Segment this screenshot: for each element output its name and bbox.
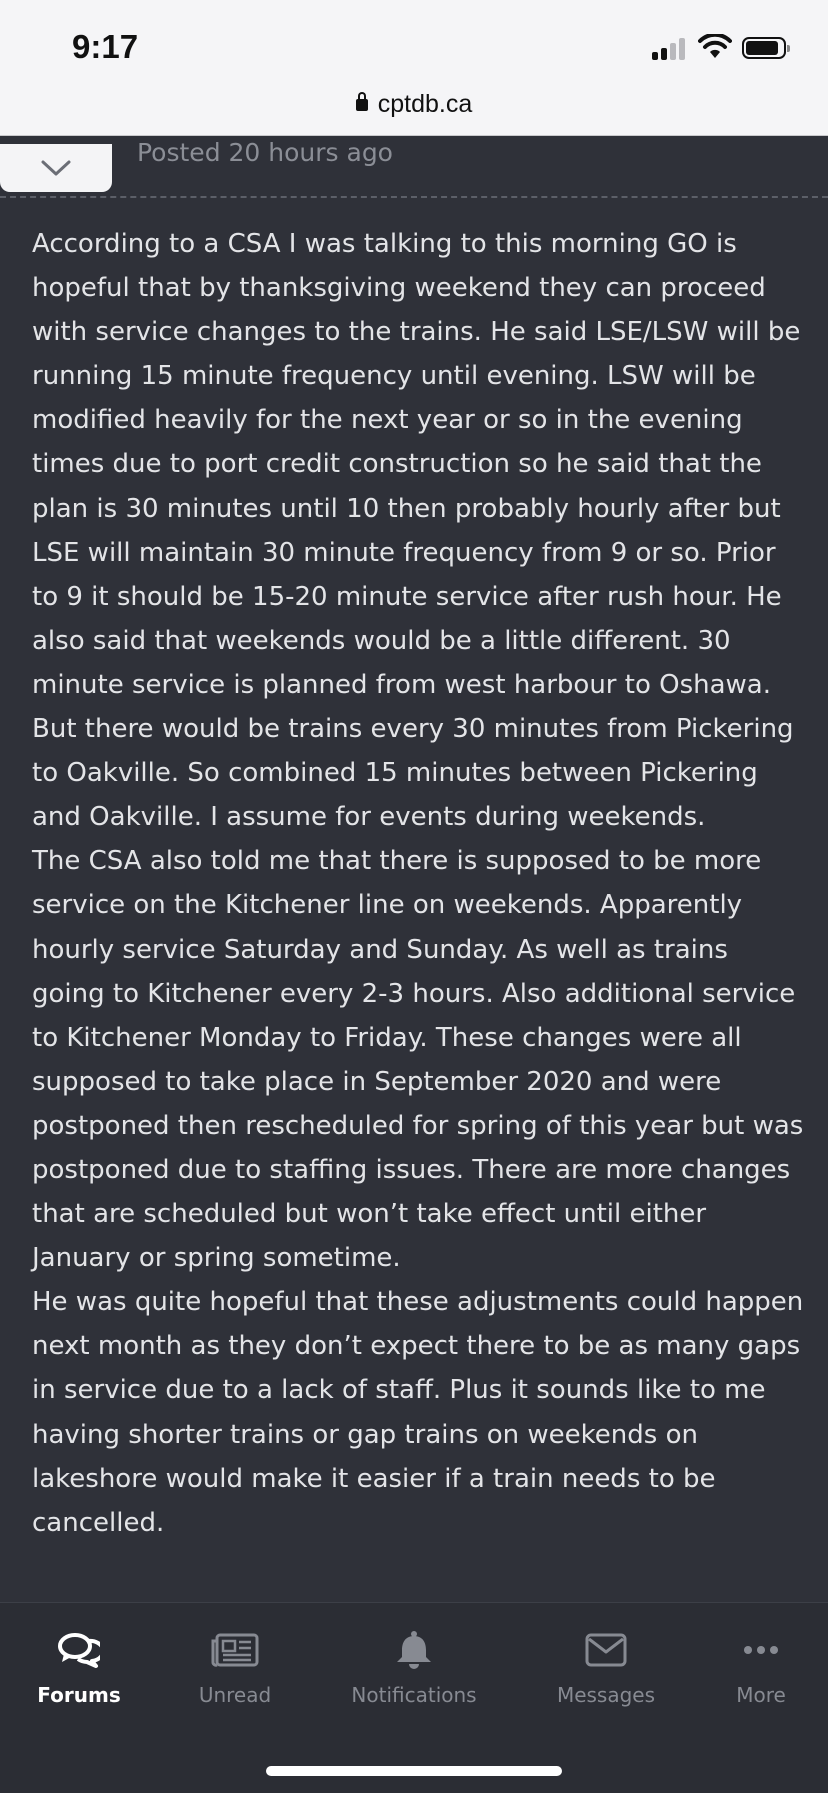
browser-chrome: 9:17 cptdb.ca [0, 0, 828, 136]
envelope-icon [585, 1633, 627, 1667]
nav-item-forums[interactable]: Forums [0, 1627, 159, 1707]
url-text: cptdb.ca [377, 90, 473, 118]
post-paragraph: He was quite hopeful that these adjustme… [32, 1287, 804, 1538]
nav-item-more[interactable]: More [681, 1627, 828, 1707]
post-paragraph: The CSA also told me that there is suppo… [32, 846, 804, 1274]
post-paragraph: According to a CSA I was talking to this… [32, 229, 801, 833]
cellular-signal-icon [652, 38, 686, 60]
wifi-icon [698, 34, 732, 58]
battery-icon [742, 37, 790, 59]
collapse-button[interactable] [0, 144, 112, 192]
home-indicator[interactable] [266, 1766, 562, 1776]
post-timestamp: Posted 20 hours ago [137, 138, 393, 167]
nav-label: Notifications [351, 1683, 477, 1707]
nav-item-unread[interactable]: Unread [155, 1627, 315, 1707]
chevron-down-icon [41, 160, 71, 176]
bottom-nav: Forums Unread Notifications Messages Mor… [0, 1602, 828, 1793]
address-bar[interactable]: cptdb.ca [0, 90, 828, 119]
nav-label: More [736, 1683, 786, 1707]
nav-label: Forums [37, 1683, 121, 1707]
newspaper-icon [211, 1633, 259, 1667]
divider [0, 135, 828, 136]
nav-item-notifications[interactable]: Notifications [334, 1627, 494, 1707]
forums-icon [58, 1633, 100, 1668]
nav-label: Messages [556, 1683, 656, 1707]
status-time: 9:17 [72, 28, 139, 65]
nav-item-messages[interactable]: Messages [526, 1627, 686, 1707]
post-content: According to a CSA I was talking to this… [32, 222, 808, 1545]
post-divider [0, 196, 828, 198]
nav-label: Unread [198, 1683, 272, 1707]
more-dots-icon [744, 1646, 778, 1654]
lock-icon [355, 92, 368, 111]
bell-icon [397, 1631, 431, 1669]
